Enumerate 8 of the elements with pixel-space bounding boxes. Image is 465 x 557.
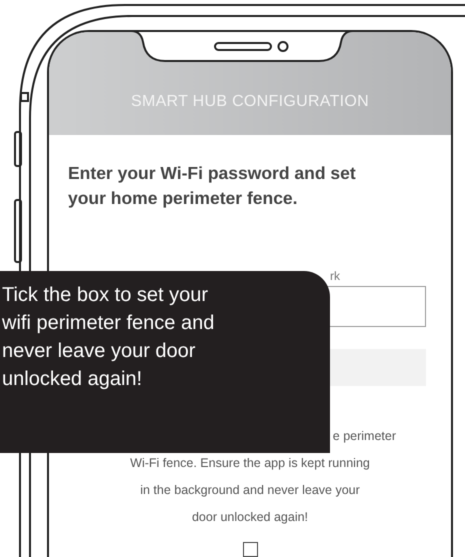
fence-checkbox[interactable] <box>242 542 258 557</box>
description-line: in the background and never leave your <box>140 482 360 499</box>
setup-heading: Enter your Wi-Fi password and set your home perimeter fence. <box>68 162 357 210</box>
field-label: rk <box>330 269 340 283</box>
description-line: Wi-Fi fence. Ensure the app is kept running <box>130 455 370 472</box>
description-line: e perimeter <box>332 428 397 445</box>
tooltip-text: Tick the box to set your wifi perimeter fence and never leave your door unlocked again! <box>2 283 214 392</box>
description-line: door unlocked again! <box>192 509 308 526</box>
